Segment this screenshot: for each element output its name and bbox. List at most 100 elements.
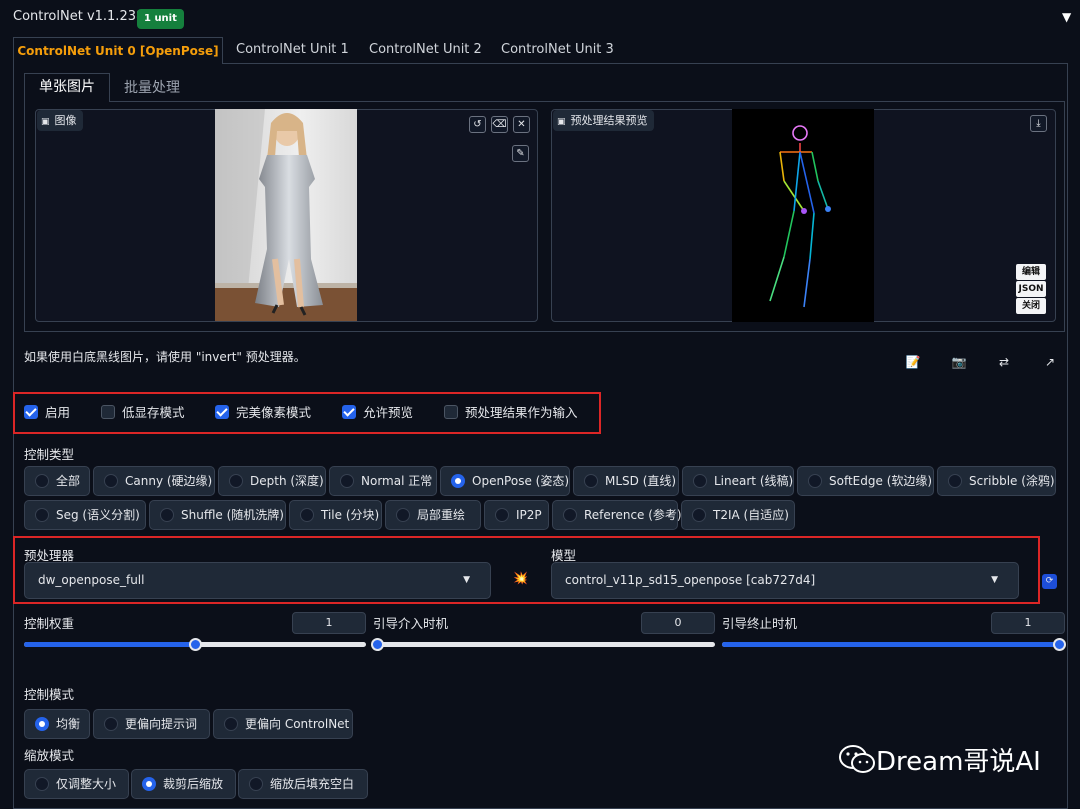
radio-dot	[249, 777, 263, 791]
control-type-option[interactable]: SoftEdge (软边缘)	[797, 466, 934, 496]
radio-dot	[340, 474, 354, 488]
control-mode-label: 控制模式	[24, 687, 75, 702]
pixel-perfect-checkbox[interactable]: 完美像素模式	[215, 404, 311, 422]
control-type-option[interactable]: IP2P	[484, 500, 549, 530]
control-type-option-label: SoftEdge (软边缘)	[829, 474, 933, 488]
slider-thumb[interactable]	[371, 638, 384, 651]
close-preview-button[interactable]: 关闭	[1016, 298, 1046, 314]
control-type-option-label: Lineart (线稿)	[714, 474, 794, 488]
control-mode-option-label: 更偏向 ControlNet	[245, 717, 350, 731]
control-type-option[interactable]: Canny (硬边缘)	[93, 466, 215, 496]
radio-dot	[35, 508, 49, 522]
rotate-icon[interactable]: ↺	[469, 116, 486, 133]
slider-thumb[interactable]	[1053, 638, 1066, 651]
openpose-skeleton-preview	[732, 109, 874, 322]
control-type-option-label: T2IA (自适应)	[713, 508, 789, 522]
radio-dot	[692, 508, 706, 522]
control-mode-option-label: 更偏向提示词	[125, 717, 198, 731]
controlnet-header[interactable]: ControlNet v1.1.238 1 unit ▼	[0, 0, 1080, 36]
guidance-end-label: 引导终止时机	[722, 616, 798, 631]
weight-input[interactable]: 1	[292, 612, 366, 634]
resize-mode-option[interactable]: 缩放后填充空白	[238, 769, 368, 799]
weight-slider[interactable]	[24, 638, 366, 651]
control-type-option[interactable]: 局部重绘	[385, 500, 481, 530]
radio-dot	[693, 474, 707, 488]
control-type-option[interactable]: OpenPose (姿态)	[440, 466, 570, 496]
control-type-option[interactable]: 全部	[24, 466, 90, 496]
radio-dot	[396, 508, 410, 522]
resize-mode-option-label: 裁剪后缩放	[163, 777, 224, 791]
send-dimensions-icon[interactable]: ↗	[1041, 353, 1059, 371]
radio-dot	[563, 508, 577, 522]
control-mode-option[interactable]: 更偏向提示词	[93, 709, 210, 739]
image-label-text: 图像	[54, 114, 77, 127]
control-type-option[interactable]: Seg (语义分割)	[24, 500, 146, 530]
allow-preview-checkbox[interactable]: 允许预览	[342, 404, 413, 422]
subtab-single-image[interactable]: 单张图片	[24, 73, 110, 102]
resize-mode-option[interactable]: 裁剪后缩放	[131, 769, 236, 799]
eraser-icon[interactable]: ⌫	[491, 116, 508, 133]
chevron-down-icon: ▼	[463, 575, 470, 585]
control-type-option[interactable]: Shuffle (随机洗牌)	[149, 500, 286, 530]
close-icon[interactable]: ✕	[513, 116, 530, 133]
new-canvas-icon[interactable]: 📝	[904, 353, 922, 371]
camera-icon[interactable]: 📷	[950, 353, 968, 371]
control-type-option-label: Canny (硬边缘)	[125, 474, 213, 488]
control-mode-option[interactable]: 更偏向 ControlNet	[213, 709, 353, 739]
preview-label: ▣ 预处理结果预览	[553, 110, 654, 131]
control-type-option[interactable]: MLSD (直线)	[573, 466, 679, 496]
brush-icon[interactable]: ✎	[512, 145, 529, 162]
guidance-start-input[interactable]: 0	[641, 612, 715, 634]
control-type-option-label: Scribble (涂鸦)	[969, 474, 1055, 488]
control-type-option-label: Seg (语义分割)	[56, 508, 140, 522]
tab-unit-2[interactable]: ControlNet Unit 2	[369, 37, 482, 64]
radio-dot	[224, 717, 238, 731]
control-type-option-label: OpenPose (姿态)	[472, 474, 570, 488]
image-icon: ▣	[41, 117, 50, 127]
radio-dot	[300, 508, 314, 522]
invert-hint: 如果使用白底黑线图片，请使用 "invert" 预处理器。	[24, 350, 306, 364]
radio-dot	[451, 474, 465, 488]
tab-unit-1[interactable]: ControlNet Unit 1	[236, 37, 349, 64]
control-type-option[interactable]: Lineart (线稿)	[682, 466, 794, 496]
control-type-option[interactable]: Depth (深度)	[218, 466, 326, 496]
edit-pose-button[interactable]: 编辑	[1016, 264, 1046, 280]
json-button[interactable]: JSON	[1016, 281, 1046, 297]
resize-mode-option-label: 仅调整大小	[56, 777, 117, 791]
guidance-end-slider[interactable]	[722, 638, 1066, 651]
slider-thumb[interactable]	[189, 638, 202, 651]
subtab-batch[interactable]: 批量处理	[124, 77, 180, 97]
control-type-option[interactable]: Scribble (涂鸦)	[937, 466, 1056, 496]
control-type-option-label: 局部重绘	[417, 508, 466, 522]
resize-mode-label: 缩放模式	[24, 748, 75, 763]
swap-icon[interactable]: ⇄	[995, 353, 1013, 371]
model-dropdown[interactable]: control_v11p_sd15_openpose [cab727d4] ▼	[551, 562, 1019, 599]
tab-unit-3[interactable]: ControlNet Unit 3	[501, 37, 614, 64]
guidance-start-slider[interactable]	[371, 638, 715, 651]
control-mode-option-label: 均衡	[56, 717, 81, 731]
control-type-option[interactable]: Normal 正常	[329, 466, 437, 496]
control-type-option-label: Reference (参考)	[584, 508, 682, 522]
resize-mode-option[interactable]: 仅调整大小	[24, 769, 129, 799]
wechat-icon	[839, 745, 875, 773]
control-type-label: 控制类型	[24, 447, 75, 462]
control-type-option[interactable]: Reference (参考)	[552, 500, 682, 530]
refresh-icon[interactable]: ⟳	[1042, 574, 1057, 589]
preprocessor-as-input-checkbox[interactable]: 预处理结果作为输入	[444, 404, 578, 422]
control-mode-option[interactable]: 均衡	[24, 709, 90, 739]
enable-checkbox[interactable]: 启用	[24, 404, 70, 422]
preprocessor-dropdown[interactable]: dw_openpose_full ▼	[24, 562, 491, 599]
watermark-text: Dream哥说AI	[876, 747, 1041, 777]
run-preprocessor-icon[interactable]: 💥	[513, 571, 528, 585]
lowvram-checkbox[interactable]: 低显存模式	[101, 404, 185, 422]
radio-dot	[104, 474, 118, 488]
tab-unit-0[interactable]: ControlNet Unit 0 [OpenPose]	[13, 37, 223, 64]
guidance-end-input[interactable]: 1	[991, 612, 1065, 634]
collapse-icon[interactable]: ▼	[1062, 10, 1071, 24]
control-type-option-label: Tile (分块)	[321, 508, 380, 522]
radio-dot	[160, 508, 174, 522]
download-icon[interactable]: ⤓	[1030, 115, 1047, 132]
control-type-option[interactable]: T2IA (自适应)	[681, 500, 795, 530]
preview-label-text: 预处理结果预览	[570, 114, 648, 127]
control-type-option[interactable]: Tile (分块)	[289, 500, 382, 530]
